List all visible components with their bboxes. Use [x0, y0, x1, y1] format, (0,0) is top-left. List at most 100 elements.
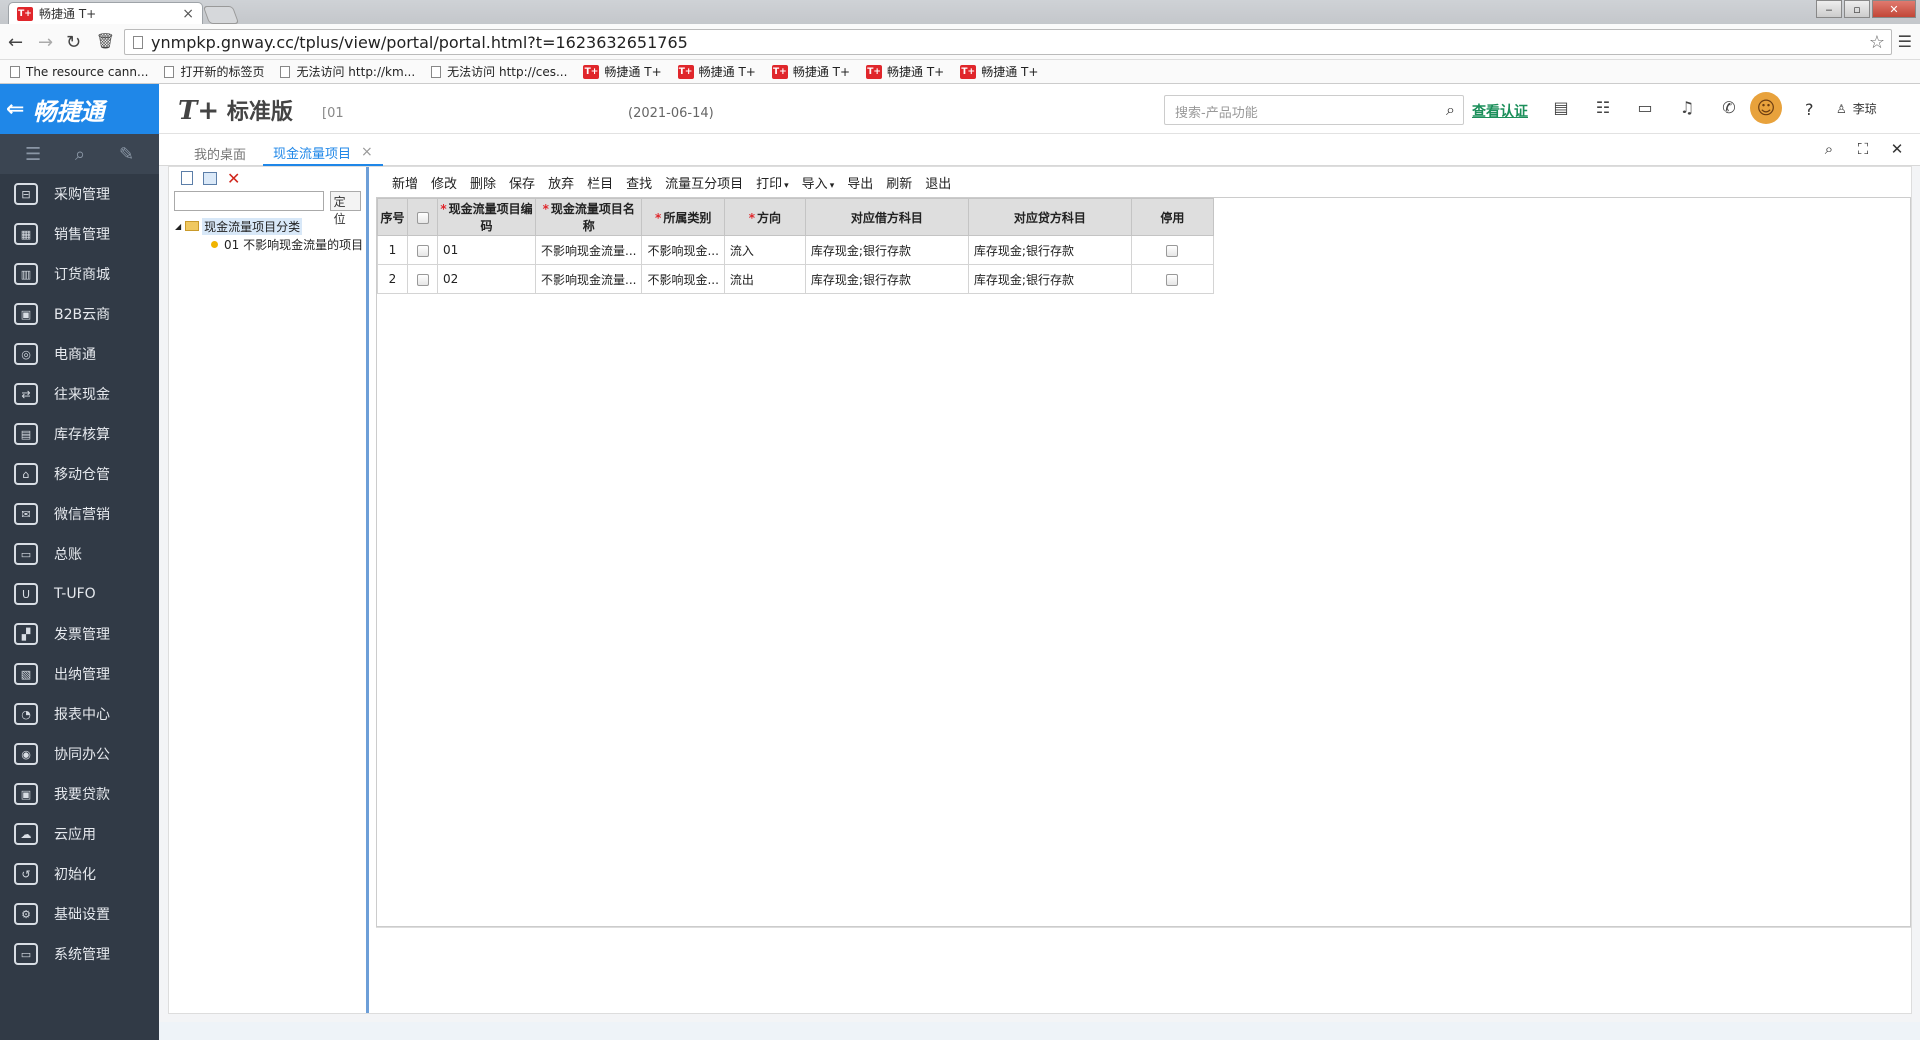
bookmark-item[interactable]: T+ 畅捷通 T+ [583, 63, 662, 80]
toolbar-button[interactable]: 栏目 [587, 173, 613, 192]
tree-search-input[interactable] [174, 191, 324, 211]
sidebar-item[interactable]: ▣ 我要贷款 [0, 774, 159, 814]
browser-menu-icon[interactable]: ☰ [1898, 32, 1912, 51]
table-cell[interactable] [407, 235, 438, 265]
toolbar-button[interactable]: 流量互分项目 [665, 173, 743, 192]
table-row[interactable]: 1 01 不影响现金流量... 不影响现金... 流入 库存现金;银行存款 库存现金;银行存… [377, 235, 1214, 265]
disabled-checkbox[interactable] [1166, 273, 1179, 286]
sidebar-item[interactable]: ◉ 协同办公 [0, 734, 159, 774]
sidebar-item[interactable]: ⊟ 采购管理 [0, 174, 159, 214]
toolbar-button[interactable]: 修改 [431, 173, 457, 192]
brand-logo[interactable]: ⇐ 畅捷通 [0, 84, 159, 134]
table-cell[interactable]: 1 [377, 235, 408, 265]
sidebar-item[interactable]: ⚙ 基础设置 [0, 894, 159, 934]
sidebar-item[interactable]: U T-UFO [0, 574, 159, 614]
toolbar-button[interactable]: 导入 ▾ [802, 173, 835, 192]
tab-home[interactable]: 我的桌面 [194, 140, 246, 166]
table-cell[interactable]: 库存现金;银行存款 [967, 264, 1132, 294]
tree-child-node[interactable]: 01 不影响现金流量的项目 [169, 235, 366, 253]
favorite-edit-icon[interactable]: ✎ [119, 144, 134, 165]
sidebar-item[interactable]: ⇄ 往来现金 [0, 374, 159, 414]
sidebar-item[interactable]: ▤ 库存核算 [0, 414, 159, 454]
table-cell[interactable]: 流入 [723, 235, 806, 265]
search-menu-icon[interactable]: ⌕ [75, 144, 85, 165]
toolbar-button[interactable]: 新增 [392, 173, 418, 192]
column-header[interactable]: 停用 [1130, 198, 1214, 236]
edit-document-icon[interactable] [203, 171, 217, 185]
user-menu[interactable]: ♙ 李琼 [1836, 100, 1877, 117]
sidebar-item[interactable]: ↺ 初始化 [0, 854, 159, 894]
bookmark-item[interactable]: T+ 畅捷通 T+ [677, 63, 756, 80]
table-cell[interactable]: 不影响现金... [641, 264, 725, 294]
sidebar-item[interactable]: ▞ 发票管理 [0, 614, 159, 654]
close-all-icon[interactable]: ✕ [1880, 140, 1914, 158]
sidebar-item[interactable]: ⌂ 移动仓管 [0, 454, 159, 494]
toolbar-button[interactable]: 导出 [847, 173, 873, 192]
table-cell[interactable]: 不影响现金流量... [534, 264, 643, 294]
expand-triangle-icon[interactable]: ◢ [175, 222, 181, 231]
toolbar-button[interactable]: 查找 [626, 173, 652, 192]
sidebar-item[interactable]: ◔ 报表中心 [0, 694, 159, 734]
table-cell[interactable]: 02 [437, 264, 536, 294]
toolbar-button[interactable]: 退出 [925, 173, 951, 192]
select-all-checkbox[interactable] [416, 211, 429, 224]
phone-icon[interactable]: ✆ [1708, 98, 1750, 117]
sidebar-item[interactable]: ✉ 微信营销 [0, 494, 159, 534]
column-header[interactable]: * 方向 [723, 198, 806, 236]
mascot-avatar-icon[interactable]: ☺ [1750, 92, 1782, 124]
url-field[interactable]: ynmpkp.gnway.cc/tplus/view/portal/portal… [124, 29, 1892, 55]
table-cell[interactable] [407, 264, 438, 294]
verify-link[interactable]: 查看认证 [1472, 101, 1528, 121]
sidebar-item[interactable]: ▧ 出纳管理 [0, 654, 159, 694]
column-header[interactable]: * 现金流量项目编码 [437, 198, 536, 236]
collapse-arrow-icon[interactable]: ⇐ [6, 97, 24, 122]
table-cell[interactable]: 不影响现金... [641, 235, 725, 265]
sidebar-item[interactable]: ▭ 总账 [0, 534, 159, 574]
bookmark-item[interactable]: The resource cann... [10, 65, 148, 79]
calculator-icon[interactable]: ▤ [1540, 98, 1582, 117]
sidebar-item[interactable]: ☁ 云应用 [0, 814, 159, 854]
toolbar-button[interactable]: 删除 [470, 173, 496, 192]
row-select-checkbox[interactable] [416, 273, 429, 286]
delete-x-icon[interactable]: ✕ [227, 169, 240, 188]
window-close-icon[interactable]: ✕ [1872, 0, 1916, 18]
reload-icon[interactable]: ↻ [66, 32, 81, 53]
product-search-input[interactable]: 搜索-产品功能 ⌕ [1164, 95, 1464, 125]
bookmark-item[interactable]: T+ 畅捷通 T+ [960, 63, 1038, 80]
column-header[interactable] [407, 198, 438, 236]
minimize-icon[interactable]: ‒ [1816, 0, 1842, 18]
fullscreen-icon[interactable]: ⛶ [1846, 140, 1880, 158]
forward-icon[interactable]: → [38, 32, 53, 53]
close-tab-icon[interactable]: × [182, 6, 194, 22]
table-cell[interactable]: 2 [377, 264, 408, 294]
browser-tab[interactable]: T+ 畅捷通 T+ × [8, 2, 203, 24]
sidebar-item[interactable]: ▣ B2B云商 [0, 294, 159, 334]
bookmark-item[interactable]: 打开新的标签页 [164, 63, 264, 80]
table-cell[interactable] [1130, 235, 1214, 265]
search-icon[interactable]: ⌕ [1446, 100, 1455, 120]
table-row[interactable]: 2 02 不影响现金流量... 不影响现金... 流出 库存现金;银行存款 库存现金;银行存… [377, 264, 1214, 294]
column-header[interactable]: 对应借方科目 [804, 198, 969, 236]
table-cell[interactable]: 库存现金;银行存款 [804, 264, 969, 294]
table-cell[interactable]: 不影响现金流量... [534, 235, 643, 265]
disabled-checkbox[interactable] [1166, 244, 1179, 257]
table-cell[interactable] [1130, 264, 1214, 294]
table-cell[interactable]: 01 [437, 235, 536, 265]
column-header[interactable]: * 现金流量项目名称 [534, 198, 643, 236]
locate-button[interactable]: 定位 [329, 191, 361, 226]
maximize-icon[interactable]: ▫ [1844, 0, 1870, 18]
table-cell[interactable]: 库存现金;银行存款 [967, 235, 1132, 265]
bookmark-star-icon[interactable]: ☆ [1869, 32, 1885, 53]
back-icon[interactable]: ← [8, 32, 23, 53]
new-document-icon[interactable] [181, 171, 193, 185]
column-header[interactable]: 对应贷方科目 [967, 198, 1132, 236]
message-icon[interactable]: ▭ [1624, 98, 1666, 117]
sidebar-item[interactable]: ▦ 销售管理 [0, 214, 159, 254]
bookmark-item[interactable]: 无法访问 http://km... [280, 63, 415, 80]
tab-cashflow-items[interactable]: 现金流量项目 × [263, 140, 383, 166]
toolbar-button[interactable]: 打印 ▾ [756, 173, 789, 192]
search-icon[interactable]: ⌕ [1812, 140, 1846, 158]
menu-icon[interactable]: ☰ [25, 144, 41, 165]
toolbar-button[interactable]: 刷新 [886, 173, 912, 192]
column-header[interactable]: 序号 [377, 198, 408, 236]
